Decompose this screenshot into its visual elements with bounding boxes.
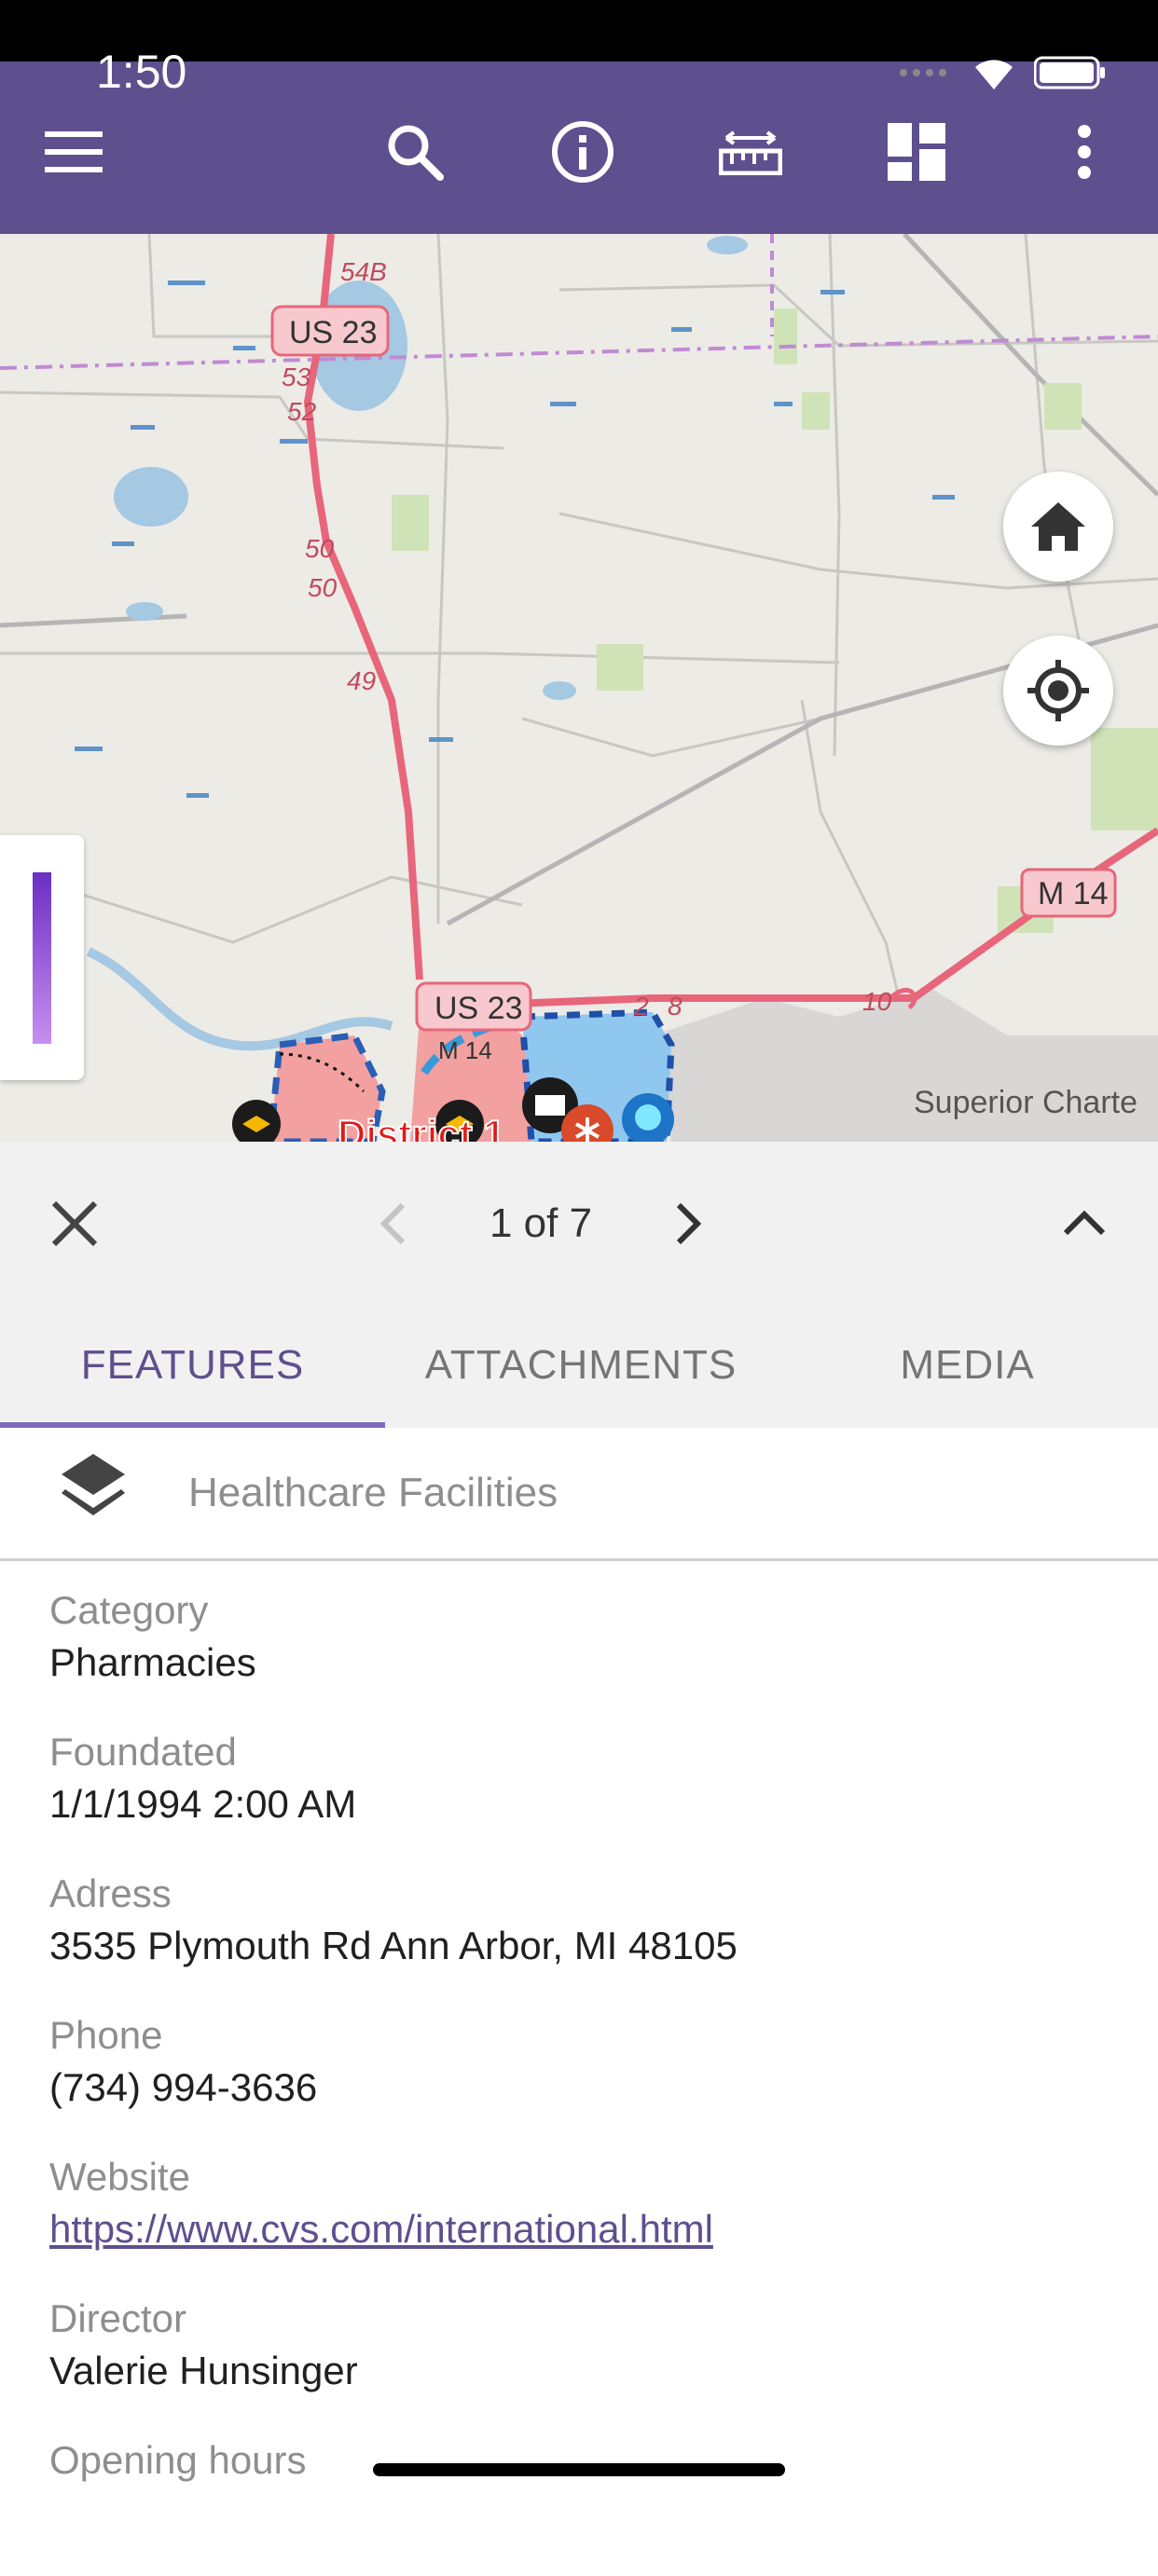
exit-label-10: 10 <box>862 987 892 1016</box>
layer-row: Healthcare Facilities <box>0 1428 1158 1561</box>
measure-icon <box>719 130 782 175</box>
exit-label-52: 52 <box>287 397 317 426</box>
home-indicator[interactable] <box>373 2463 785 2476</box>
dashboard-button[interactable] <box>875 110 958 194</box>
field-founded: Foundated 1/1/1994 2:00 AM <box>49 1726 1122 1868</box>
status-icons <box>898 54 1107 91</box>
exit-label-50a: 50 <box>305 534 335 563</box>
field-label: Website <box>49 2155 190 2199</box>
chevron-right-icon <box>676 1202 702 1245</box>
field-category: Category Pharmacies <box>49 1584 1122 1726</box>
legend-color-ramp <box>33 872 51 1044</box>
field-label: Phone <box>49 2013 163 2057</box>
exit-label-49: 49 <box>347 666 376 695</box>
more-vertical-icon <box>1078 125 1091 179</box>
home-icon <box>1031 502 1085 551</box>
popup-tabs: FEATURES ATTACHMENTS MEDIA <box>0 1302 1158 1428</box>
tab-attachments[interactable]: ATTACHMENTS <box>385 1302 777 1428</box>
measure-button[interactable] <box>709 110 793 194</box>
field-opening-hours: Opening hours <box>49 2434 1122 2576</box>
map-view[interactable]: US 23 US 23 M 14 M 14 54B 53 52 50 50 49… <box>0 234 1158 1142</box>
field-label: Director <box>49 2296 187 2340</box>
field-value: (734) 994-3636 <box>49 2065 318 2109</box>
next-button[interactable] <box>664 1198 710 1250</box>
field-value: Valerie Hunsinger <box>49 2349 358 2392</box>
field-label: Foundated <box>49 1730 237 1774</box>
info-button[interactable] <box>541 110 625 194</box>
feature-fields: Category Pharmacies Foundated 1/1/1994 2… <box>49 1584 1122 2576</box>
menu-icon <box>45 131 103 172</box>
field-label: Adress <box>49 1871 172 1915</box>
website-link[interactable]: https://www.cvs.com/international.html <box>49 2203 1122 2255</box>
wifi-icon <box>975 60 1013 89</box>
chevron-left-icon <box>379 1202 406 1245</box>
exit-label-53: 53 <box>282 363 311 391</box>
route-label-us23-bottom: US 23 <box>434 991 523 1026</box>
field-address: Adress 3535 Plymouth Rd Ann Arbor, MI 48… <box>49 1868 1122 2009</box>
field-value: Pharmacies <box>49 1640 256 1684</box>
locate-button[interactable] <box>1003 636 1113 746</box>
exit-label-2: 2 <box>633 992 649 1021</box>
field-value: 3535 Plymouth Rd Ann Arbor, MI 48105 <box>49 1924 738 1967</box>
route-label-us23-top: US 23 <box>289 315 378 350</box>
close-icon <box>51 1200 98 1247</box>
field-director: Director Valerie Hunsinger <box>49 2293 1122 2434</box>
map-canvas: US 23 US 23 M 14 M 14 54B 53 52 50 50 49… <box>0 234 1158 1142</box>
field-website: Website https://www.cvs.com/internationa… <box>49 2151 1122 2293</box>
more-button[interactable] <box>1042 110 1126 194</box>
feature-pager: 1 of 7 <box>489 1200 593 1246</box>
dashboard-icon <box>888 123 945 181</box>
expand-button[interactable] <box>1058 1198 1110 1250</box>
field-phone: Phone (734) 994-3636 <box>49 2009 1122 2151</box>
popup-header: 1 of 7 <box>0 1142 1158 1302</box>
chevron-up-icon <box>1063 1210 1106 1236</box>
info-icon <box>552 121 613 183</box>
menu-button[interactable] <box>32 110 116 194</box>
home-button[interactable] <box>1003 472 1113 582</box>
field-label: Category <box>49 1588 209 1632</box>
locate-icon <box>1027 660 1089 721</box>
previous-button[interactable] <box>371 1198 418 1250</box>
signal-icon <box>900 69 946 76</box>
status-time: 1:50 <box>96 46 187 98</box>
search-button[interactable] <box>373 110 457 194</box>
exit-label-8: 8 <box>668 992 682 1021</box>
route-label-m14-small: M 14 <box>438 1036 492 1064</box>
search-icon <box>388 125 444 181</box>
layer-name: Healthcare Facilities <box>188 1470 558 1515</box>
exit-label-50b: 50 <box>308 573 338 602</box>
place-label: Superior Charte <box>914 1085 1137 1120</box>
legend-tab[interactable] <box>0 835 84 1080</box>
close-button[interactable] <box>45 1194 104 1254</box>
layers-icon <box>62 1454 125 1515</box>
field-value: 1/1/1994 2:00 AM <box>49 1782 357 1826</box>
tab-media[interactable]: MEDIA <box>777 1302 1158 1428</box>
battery-icon <box>1034 56 1105 89</box>
field-label: Opening hours <box>49 2438 307 2482</box>
route-label-m14: M 14 <box>1038 876 1109 911</box>
district-label: District 1 <box>338 1112 505 1142</box>
exit-label-54b: 54B <box>340 257 387 286</box>
tab-features[interactable]: FEATURES <box>0 1302 385 1428</box>
